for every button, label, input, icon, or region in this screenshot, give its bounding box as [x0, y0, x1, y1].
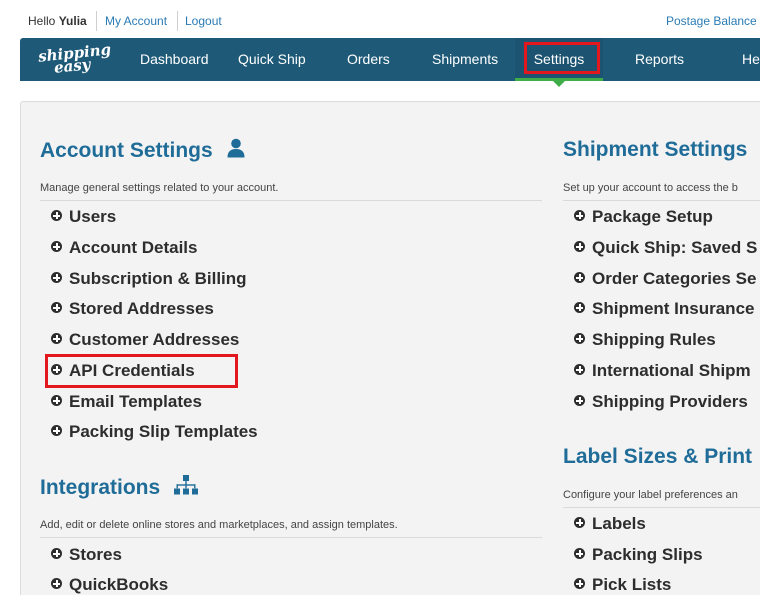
- plus-circle-icon: [51, 548, 62, 559]
- integrations-title: Integrations: [40, 475, 199, 500]
- account-item-stored-addresses[interactable]: Stored Addresses: [51, 299, 214, 319]
- nav-orders[interactable]: Orders: [347, 38, 390, 81]
- plus-circle-icon: [51, 364, 62, 375]
- label-sizes-desc: Configure your label preferences an: [563, 489, 738, 501]
- shipment-item-quick-ship-saved[interactable]: Quick Ship: Saved S: [574, 238, 757, 258]
- greeting: Hello Yulia: [28, 14, 87, 28]
- plus-circle-icon: [574, 241, 585, 252]
- main-nav: shipping easy Dashboard Quick Ship Order…: [20, 38, 760, 87]
- shipment-item-international-shipments[interactable]: International Shipm: [574, 361, 751, 381]
- shipment-settings-desc: Set up your account to access the b: [563, 182, 738, 194]
- logo[interactable]: shipping easy: [36, 40, 112, 77]
- shipment-item-shipping-rules[interactable]: Shipping Rules: [574, 330, 716, 350]
- plus-circle-icon: [574, 395, 585, 406]
- sitemap-icon: [174, 475, 199, 495]
- plus-circle-icon: [574, 578, 585, 589]
- user-name: Yulia: [58, 14, 87, 28]
- nav-settings[interactable]: Settings: [515, 38, 603, 87]
- plus-circle-icon: [51, 425, 62, 436]
- nav-reports[interactable]: Reports: [635, 38, 684, 81]
- settings-panel: Account Settings Manage general settings…: [20, 101, 760, 595]
- shipment-item-package-setup[interactable]: Package Setup: [574, 207, 713, 227]
- divider: [563, 200, 760, 201]
- account-item-account-details[interactable]: Account Details: [51, 238, 197, 258]
- plus-circle-icon: [51, 395, 62, 406]
- account-item-subscription-billing[interactable]: Subscription & Billing: [51, 269, 247, 289]
- shipment-item-shipment-insurance[interactable]: Shipment Insurance: [574, 299, 754, 319]
- account-item-api-credentials[interactable]: API Credentials: [51, 361, 195, 381]
- label-sizes-title: Label Sizes & Print: [563, 445, 753, 468]
- integrations-desc: Add, edit or delete online stores and ma…: [40, 519, 398, 531]
- plus-circle-icon: [574, 364, 585, 375]
- plus-circle-icon: [51, 302, 62, 313]
- plus-circle-icon: [574, 302, 585, 313]
- divider: [563, 507, 760, 508]
- nav-help[interactable]: He: [742, 38, 760, 81]
- account-item-packing-slip-templates[interactable]: Packing Slip Templates: [51, 422, 258, 442]
- plus-circle-icon: [51, 578, 62, 589]
- nav-dashboard[interactable]: Dashboard: [140, 38, 209, 81]
- plus-circle-icon: [574, 548, 585, 559]
- my-account-link[interactable]: My Account: [105, 14, 167, 28]
- account-settings-title: Account Settings: [40, 138, 245, 163]
- nav-shipments[interactable]: Shipments: [432, 38, 498, 81]
- account-item-email-templates[interactable]: Email Templates: [51, 392, 202, 412]
- integrations-item-stores[interactable]: Stores: [51, 545, 122, 565]
- account-settings-desc: Manage general settings related to your …: [40, 182, 279, 194]
- plus-circle-icon: [51, 210, 62, 221]
- divider: [40, 537, 542, 538]
- label-item-packing-slips[interactable]: Packing Slips: [574, 545, 703, 565]
- plus-circle-icon: [51, 272, 62, 283]
- plus-circle-icon: [574, 272, 585, 283]
- divider: [96, 11, 97, 31]
- active-caret: [553, 81, 565, 87]
- divider: [40, 200, 542, 201]
- plus-circle-icon: [574, 333, 585, 344]
- plus-circle-icon: [51, 241, 62, 252]
- shipment-item-order-categories[interactable]: Order Categories Se: [574, 269, 756, 289]
- plus-circle-icon: [574, 517, 585, 528]
- nav-quick-ship[interactable]: Quick Ship: [238, 38, 306, 81]
- account-item-customer-addresses[interactable]: Customer Addresses: [51, 330, 239, 350]
- logout-link[interactable]: Logout: [185, 14, 222, 28]
- shipment-item-shipping-providers[interactable]: Shipping Providers: [574, 392, 748, 412]
- user-icon: [227, 138, 245, 158]
- plus-circle-icon: [51, 333, 62, 344]
- divider: [177, 11, 178, 31]
- label-item-labels[interactable]: Labels: [574, 514, 646, 534]
- shipment-settings-title: Shipment Settings: [563, 138, 748, 161]
- top-bar: Hello Yulia My Account Logout Postage Ba…: [0, 0, 760, 38]
- label-item-pick-lists[interactable]: Pick Lists: [574, 575, 671, 595]
- account-item-users[interactable]: Users: [51, 207, 116, 227]
- plus-circle-icon: [574, 210, 585, 221]
- integrations-item-quickbooks[interactable]: QuickBooks: [51, 575, 168, 595]
- postage-balance-link[interactable]: Postage Balance: [666, 14, 757, 28]
